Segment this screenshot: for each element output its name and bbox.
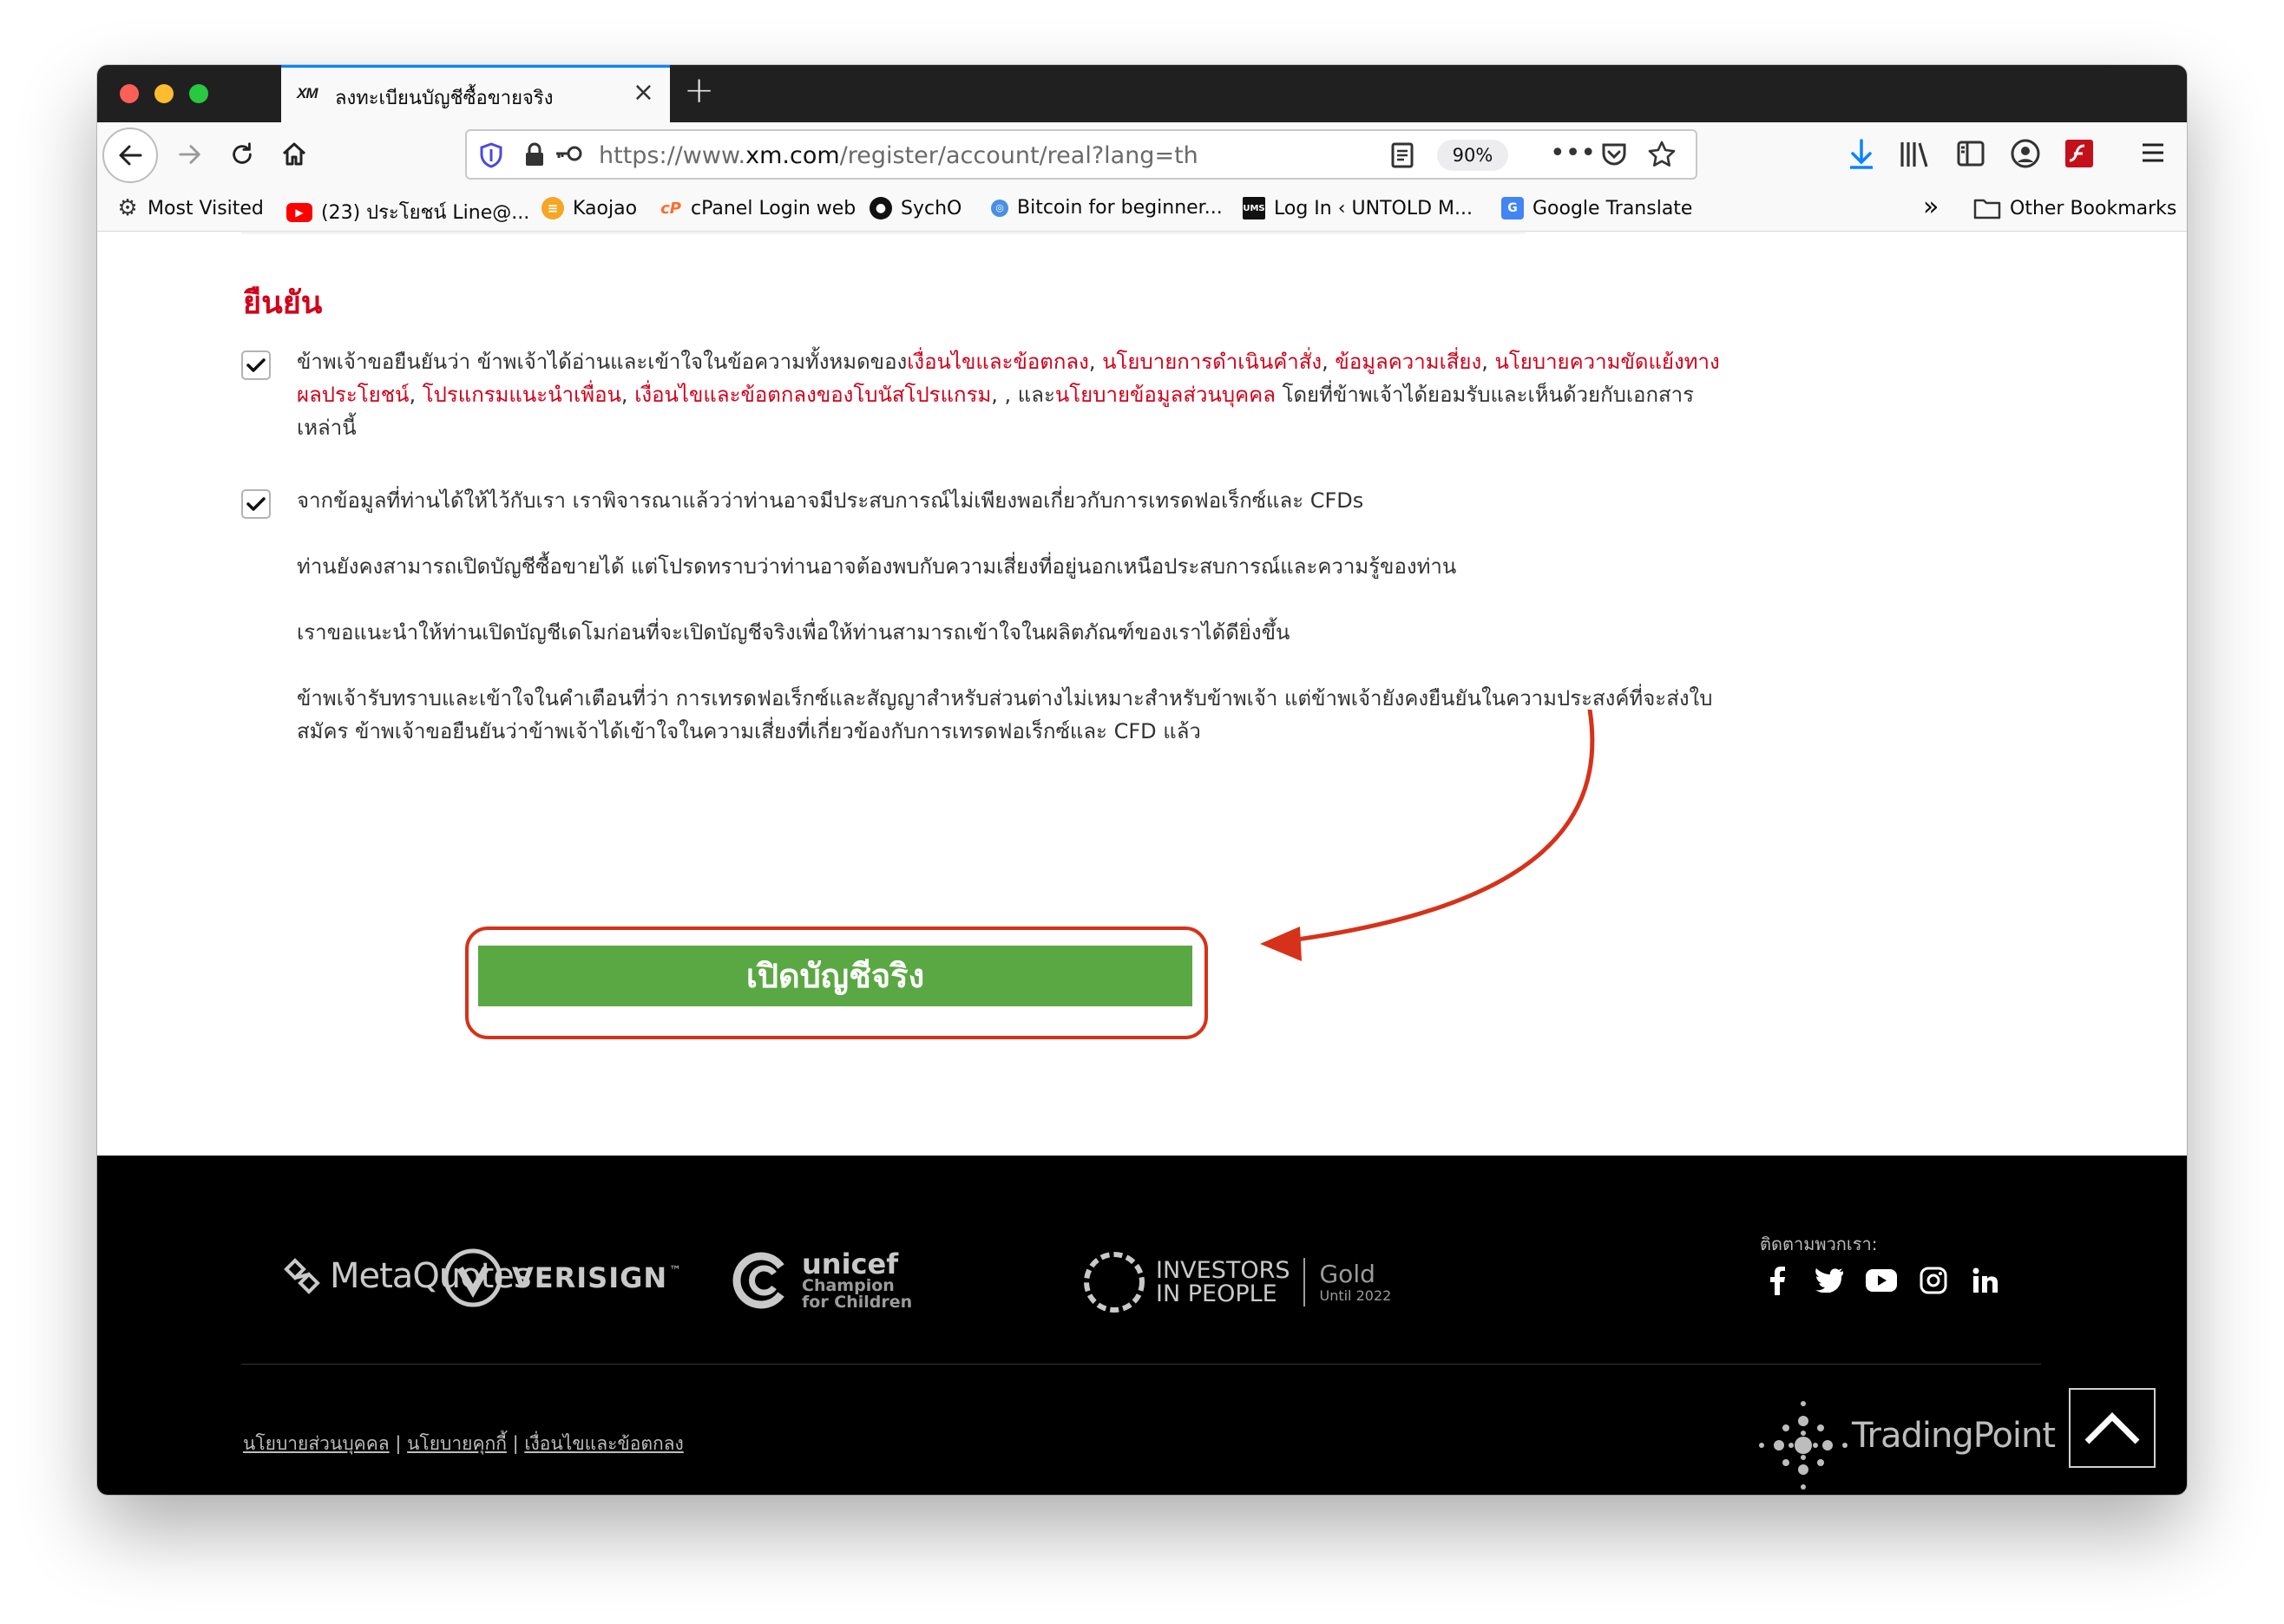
privacy-policy-footer-link[interactable]: นโยบายส่วนบุคคล bbox=[243, 1433, 390, 1454]
reader-view-icon[interactable] bbox=[1390, 141, 1414, 173]
verisign-icon bbox=[443, 1248, 502, 1307]
url-text[interactable]: https://www.xm.com/register/account/real… bbox=[599, 142, 1198, 169]
other-bookmarks[interactable]: Other Bookmarks bbox=[1973, 197, 2176, 219]
bookmark-bitcoin[interactable]: ◎ Bitcoin for beginner... bbox=[991, 197, 1223, 219]
kaojao-icon: ≡ bbox=[541, 197, 564, 219]
new-tab-button[interactable]: + bbox=[684, 72, 714, 108]
order-execution-link[interactable]: นโยบายการดำเนินคำสั่ง bbox=[1102, 350, 1322, 374]
pocket-icon[interactable] bbox=[1600, 141, 1628, 171]
tradingpoint-icon bbox=[1759, 1401, 1848, 1490]
page-content: ยืนยัน ข้าพเจ้าขอยืนยันว่า ข้าพเจ้าได้อ่… bbox=[97, 232, 2187, 1495]
tab-strip: XM ลงทะเบียนบัญชีซื้อขายจริง × + bbox=[97, 65, 2187, 122]
sidebar-icon[interactable] bbox=[1956, 140, 1985, 171]
reload-icon bbox=[233, 142, 252, 164]
forward-button[interactable] bbox=[167, 131, 213, 178]
browser-window: XM ลงทะเบียนบัญชีซื้อขายจริง × + https:/… bbox=[97, 65, 2187, 1495]
privacy-policy-link[interactable]: นโยบายข้อมูลส่วนบุคคล bbox=[1055, 383, 1276, 407]
account-icon[interactable] bbox=[2010, 138, 2041, 173]
zoom-indicator[interactable]: 90% bbox=[1437, 140, 1508, 171]
nav-bar: https://www.xm.com/register/account/real… bbox=[97, 122, 2187, 187]
linkedin-icon[interactable] bbox=[1968, 1263, 2003, 1298]
divider bbox=[241, 232, 1526, 233]
annotation-arrow-icon bbox=[1260, 710, 1595, 961]
bookmarks-overflow-icon[interactable]: » bbox=[1923, 192, 1939, 222]
ums-icon: UMS bbox=[1243, 197, 1265, 219]
experience-text: จากข้อมูลที่ท่านได้ให้ไว้กับเรา เราพิจาร… bbox=[297, 488, 1364, 513]
instagram-icon[interactable] bbox=[1916, 1263, 1951, 1298]
github-icon: ● bbox=[870, 197, 892, 219]
more-actions-icon[interactable]: ••• bbox=[1550, 138, 1596, 168]
cpanel-icon: cP bbox=[660, 199, 681, 218]
key-icon[interactable] bbox=[554, 143, 583, 167]
section-title: ยืนยัน bbox=[243, 285, 323, 321]
metaquotes-icon bbox=[284, 1258, 320, 1294]
experience-checkbox[interactable] bbox=[241, 489, 271, 519]
close-icon[interactable]: × bbox=[633, 80, 654, 106]
twitter-icon[interactable] bbox=[1812, 1263, 1847, 1298]
terms-checkbox[interactable] bbox=[241, 350, 271, 380]
legal-links: นโยบายส่วนบุคคล | นโยบายคุกกี้ | เงื่อนไ… bbox=[243, 1433, 684, 1454]
gear-icon: ⚙ bbox=[117, 195, 138, 221]
menu-icon[interactable] bbox=[2140, 140, 2166, 169]
terms-text: ข้าพเจ้าขอยืนยันว่า ข้าพเจ้าได้อ่านและเข… bbox=[297, 350, 1720, 440]
youtube-icon: ▶ bbox=[286, 202, 312, 222]
chevron-up-icon bbox=[2084, 1412, 2140, 1444]
reload-button[interactable] bbox=[219, 131, 266, 178]
open-real-account-button[interactable]: เปิดบัญชีจริง bbox=[478, 946, 1192, 1006]
tab-title: ลงทะเบียนบัญชีซื้อขายจริง bbox=[335, 88, 554, 109]
bookmark-star-icon[interactable] bbox=[1647, 140, 1677, 173]
arrow-left-icon bbox=[119, 145, 142, 166]
library-icon[interactable] bbox=[1899, 140, 1930, 173]
terms-link[interactable]: เงื่อนไขและข้อตกลง bbox=[907, 350, 1089, 374]
bonus-terms-link[interactable]: เงื่อนไขและข้อตกลงของโบนัสโปรแกรม bbox=[634, 383, 991, 407]
tradingpoint-logo: TradingPoint bbox=[1852, 1416, 2056, 1456]
xm-favicon-icon: XM bbox=[297, 85, 318, 102]
folder-icon bbox=[1973, 199, 2001, 219]
download-icon[interactable] bbox=[1847, 138, 1876, 174]
footer-divider bbox=[241, 1364, 2041, 1365]
tab-active[interactable]: XM ลงทะเบียนบัญชีซื้อขายจริง × bbox=[281, 65, 670, 122]
checkmark-icon bbox=[246, 358, 266, 372]
flash-extension-icon[interactable] bbox=[2064, 138, 2095, 173]
bookmark-untold[interactable]: UMS Log In ‹ UNTOLD M... bbox=[1243, 197, 1473, 219]
bookmark-cpanel[interactable]: cP cPanel Login web bbox=[660, 197, 856, 219]
follow-label: ติดตามพวกเรา: bbox=[1760, 1234, 1878, 1254]
demo-recommendation: เราขอแนะนำให้ท่านเปิดบัญชีเดโมก่อนที่จะเ… bbox=[297, 620, 1290, 645]
facebook-icon[interactable] bbox=[1760, 1263, 1795, 1298]
investors-in-people-logo: INVESTORS IN PEOPLE Gold Until 2022 bbox=[1081, 1249, 1391, 1315]
globe-icon: ◎ bbox=[991, 199, 1008, 217]
footer: MetaQuotes VERISIGN ™ unicef Champion for… bbox=[97, 1156, 2187, 1495]
bookmark-sycho[interactable]: ● SychO bbox=[870, 197, 962, 219]
laurel-icon bbox=[1084, 1252, 1145, 1313]
bookmarks-bar: ⚙ Most Visited ▶ (23) ประโยชน์ Line@... … bbox=[97, 187, 2187, 232]
translate-icon: G bbox=[1501, 197, 1524, 219]
arrow-right-icon bbox=[179, 145, 200, 164]
verisign-logo: VERISIGN ™ bbox=[443, 1247, 681, 1308]
terms-footer-link[interactable]: เงื่อนไขและข้อตกลง bbox=[524, 1433, 683, 1454]
url-bar[interactable]: https://www.xm.com/register/account/real… bbox=[465, 129, 1697, 180]
bookmark-kaojao[interactable]: ≡ Kaojao bbox=[541, 197, 637, 219]
home-icon bbox=[282, 142, 306, 166]
shield-icon[interactable] bbox=[479, 142, 503, 172]
checkmark-icon bbox=[246, 497, 266, 511]
home-button[interactable] bbox=[271, 131, 318, 178]
bookmark-youtube[interactable]: ▶ (23) ประโยชน์ Line@... bbox=[286, 197, 529, 227]
close-window-button[interactable] bbox=[120, 84, 139, 103]
scroll-to-top-button[interactable] bbox=[2069, 1388, 2156, 1468]
back-button[interactable] bbox=[102, 128, 158, 183]
bookmark-google-translate[interactable]: G Google Translate bbox=[1501, 197, 1692, 219]
unicef-logo: unicef Champion for Children bbox=[731, 1249, 912, 1312]
zoom-window-button[interactable] bbox=[189, 84, 208, 103]
referral-program-link[interactable]: โปรแกรมแนะนำเพื่อน bbox=[423, 383, 621, 407]
lock-icon[interactable] bbox=[524, 141, 545, 171]
cookie-policy-link[interactable]: นโยบายคุกกี้ bbox=[407, 1433, 507, 1454]
unicef-icon bbox=[732, 1252, 784, 1309]
bookmark-most-visited[interactable]: ⚙ Most Visited bbox=[116, 195, 264, 221]
warning-paragraph: ท่านยังคงสามารถเปิดบัญชีซื้อขายได้ แต่โป… bbox=[297, 554, 1457, 579]
risk-disclosure-link[interactable]: ข้อมูลความเสี่ยง bbox=[1335, 350, 1481, 374]
youtube-social-icon[interactable] bbox=[1864, 1263, 1899, 1298]
minimize-window-button[interactable] bbox=[154, 84, 174, 103]
